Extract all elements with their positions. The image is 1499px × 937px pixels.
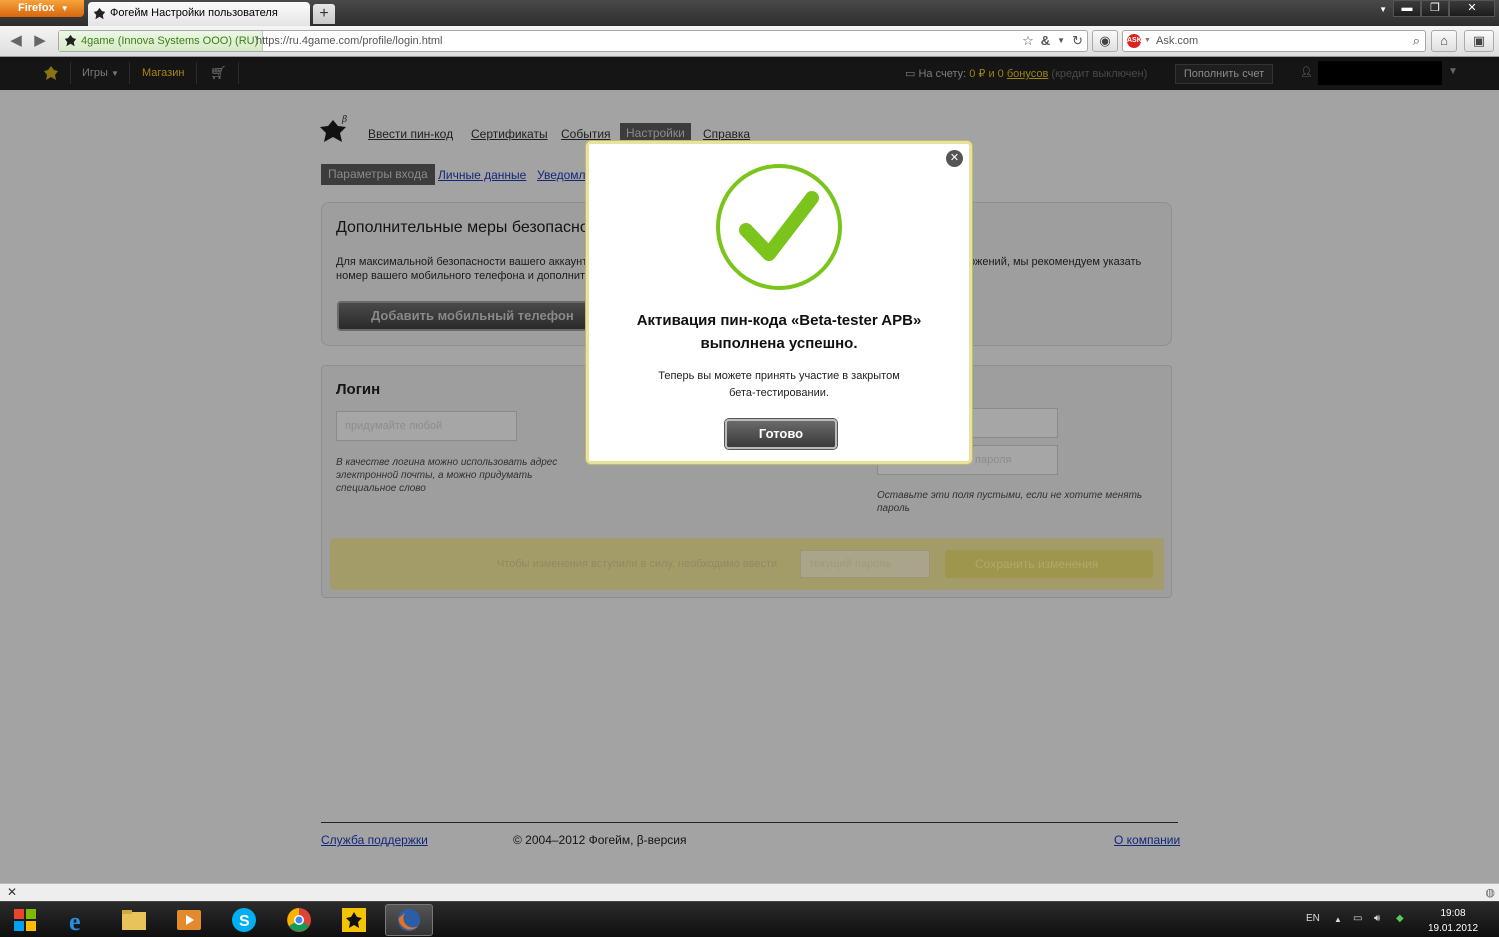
browser-tab[interactable]: Фогейм Настройки пользователя	[88, 2, 310, 26]
submenu-login-params[interactable]: Параметры входа	[321, 164, 435, 185]
language-indicator[interactable]: EN	[1306, 913, 1320, 924]
windows-start-icon[interactable]	[6, 904, 44, 936]
done-button[interactable]: Готово	[725, 419, 837, 449]
svg-text:β: β	[341, 115, 347, 125]
firefox-menu-button[interactable]: Firefox ▼	[0, 0, 84, 17]
4game-logo-icon[interactable]	[42, 65, 60, 81]
shop-link[interactable]: Магазин	[142, 67, 184, 79]
redacted-username[interactable]	[1318, 61, 1442, 85]
windows-taskbar: e S EN ▲ ▭ 🔊︎ ◆ 19:08 19.01.2012	[0, 901, 1499, 937]
reload-icon[interactable]: ↻	[1072, 32, 1083, 50]
security-text-right: ожений, мы рекомендуем указать	[969, 256, 1142, 268]
menu-help[interactable]: Справка	[703, 127, 750, 141]
browser-statusbar: ✕ ◍	[0, 883, 1499, 901]
account-balance: ▭ На счету: 0 ₽ и 0 бонусов (кредит выкл…	[905, 68, 1148, 80]
bonus-link[interactable]: бонусов	[1007, 68, 1048, 80]
url-bar[interactable]: 4game (Innova Systems OOO) (RU) https://…	[58, 30, 1088, 52]
close-addon-bar-icon[interactable]: ✕	[7, 885, 17, 899]
chevron-down-icon[interactable]: ▼	[1448, 66, 1458, 77]
submenu-personal-data[interactable]: Личные данные	[438, 168, 526, 182]
security-tray-icon[interactable]: ◆	[1396, 913, 1404, 924]
footer-divider	[321, 822, 1178, 823]
ampersand-icon[interactable]: &	[1041, 32, 1050, 50]
back-arrow-icon[interactable]: ◀	[6, 32, 26, 50]
security-text: Для максимальной безопасности вашего акк…	[336, 256, 594, 268]
forward-arrow-icon[interactable]: ▶	[30, 32, 50, 50]
engine-dropdown-icon[interactable]: ▼	[1144, 31, 1151, 51]
minimize-button[interactable]: ▬	[1393, 0, 1421, 17]
cart-icon[interactable]: 🛒︎	[210, 65, 227, 81]
volume-icon[interactable]: 🔊︎	[1374, 913, 1380, 924]
about-link[interactable]: О компании	[1114, 833, 1180, 847]
resize-grip-icon[interactable]: ◍	[1485, 886, 1495, 899]
tray-expand-icon[interactable]: ▲	[1334, 915, 1342, 924]
modal-close-button[interactable]: ✕	[946, 150, 963, 167]
success-modal: ✕ Активация пин-кода «Beta-tester APB» вы…	[586, 141, 972, 464]
new-tab-button[interactable]: +	[313, 4, 335, 24]
svg-text:S: S	[239, 913, 250, 930]
save-changes-button[interactable]: Сохранить изменения	[945, 550, 1153, 578]
menu-certificates[interactable]: Сертификаты	[471, 127, 548, 141]
dropdown-icon[interactable]: ▼	[1057, 32, 1065, 50]
search-icon[interactable]: ⌕	[1413, 31, 1420, 51]
bookmarks-menu-icon[interactable]: ▣	[1464, 30, 1494, 52]
skype-icon[interactable]: S	[220, 904, 268, 936]
addon-icon[interactable]: ◉	[1092, 30, 1118, 52]
support-link[interactable]: Служба поддержки	[321, 833, 428, 847]
firefox-taskbar-icon[interactable]	[385, 904, 433, 936]
site-top-nav: Игры ▼ Магазин 🛒︎ ▭ На счету: 0 ₽ и 0 бо…	[0, 57, 1499, 90]
menu-events[interactable]: События	[561, 127, 611, 141]
ask-engine-icon[interactable]: ASK	[1127, 34, 1142, 48]
url-text[interactable]: https://ru.4game.com/profile/login.html	[256, 31, 442, 51]
chrome-icon[interactable]	[275, 904, 323, 936]
tab-list-icon[interactable]: ▼	[1379, 5, 1387, 14]
home-icon[interactable]: ⌂	[1431, 30, 1457, 52]
user-icon: 👤︎	[1300, 67, 1313, 78]
menu-enter-pin[interactable]: Ввести пин-код	[368, 127, 453, 141]
web-page: Игры ▼ Магазин 🛒︎ ▭ На счету: 0 ₽ и 0 бо…	[0, 57, 1499, 883]
password-hint: Оставьте эти поля пустыми, если не хотит…	[877, 490, 1143, 514]
url-actions: ☆ & ▼ ↻	[1022, 32, 1083, 50]
menu-settings[interactable]: Настройки	[620, 123, 691, 143]
bookmark-star-icon[interactable]: ☆	[1022, 32, 1034, 50]
4game-favicon-icon	[93, 7, 106, 20]
search-bar[interactable]: ASK ▼ Ask.com ⌕	[1122, 30, 1426, 52]
refill-button[interactable]: Пополнить счет	[1175, 64, 1273, 84]
wallet-icon: ▭	[905, 68, 916, 80]
login-input[interactable]: придумайте любой	[336, 411, 517, 441]
maximize-button[interactable]: ❐	[1421, 0, 1449, 17]
security-title: Дополнительные меры безопасности	[336, 219, 613, 236]
browser-titlebar: Firefox ▼ Фогейм Настройки пользователя +…	[0, 0, 1499, 26]
media-player-icon[interactable]	[165, 904, 213, 936]
current-password-input[interactable]: текущий пароль	[800, 550, 930, 578]
success-check-icon	[716, 164, 842, 290]
4game-beta-logo-icon[interactable]: β	[320, 114, 350, 146]
window-close-button[interactable]: ✕	[1449, 0, 1495, 17]
browser-navbar: ◀ ▶ 4game (Innova Systems OOO) (RU) http…	[0, 26, 1499, 57]
system-clock[interactable]: 19:08 19.01.2012	[1420, 906, 1486, 936]
window-controls: ▬ ❐ ✕	[1393, 0, 1495, 17]
site-identity-badge[interactable]: 4game (Innova Systems OOO) (RU)	[59, 31, 264, 51]
identity-label: 4game (Innova Systems OOO) (RU)	[81, 35, 259, 47]
security-text-line2: номер вашего мобильного телефона и допол…	[336, 270, 623, 282]
save-bar-text: Чтобы изменения вступили в силу, необход…	[497, 558, 778, 570]
modal-title: Активация пин-кода «Beta-tester APB» выпо…	[636, 312, 922, 352]
4game-launcher-icon[interactable]	[330, 904, 378, 936]
search-placeholder: Ask.com	[1156, 35, 1199, 47]
svg-text:e: e	[69, 907, 81, 936]
tab-title: Фогейм Настройки пользователя	[110, 7, 278, 19]
internet-explorer-icon[interactable]: e	[55, 904, 103, 936]
save-bar: Чтобы изменения вступили в силу, необход…	[330, 538, 1164, 590]
games-menu[interactable]: Игры ▼	[82, 67, 119, 79]
file-explorer-icon[interactable]	[110, 904, 158, 936]
modal-text: Теперь вы можете принять участие в закры…	[658, 370, 900, 399]
login-title: Логин	[336, 381, 381, 398]
add-phone-button[interactable]: Добавить мобильный телефон	[337, 301, 597, 331]
copyright: © 2004–2012 Фогейм, β-версия	[513, 833, 687, 847]
login-hint: В качестве логина можно использовать адр…	[336, 457, 558, 494]
network-icon[interactable]: ▭	[1353, 913, 1362, 924]
4game-favicon-icon	[64, 34, 77, 47]
